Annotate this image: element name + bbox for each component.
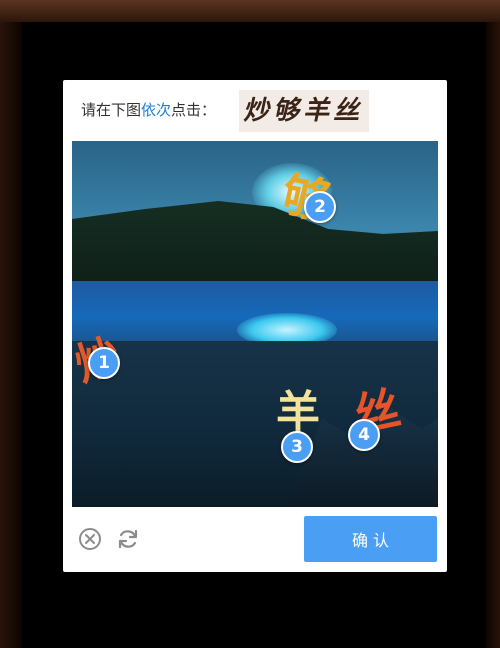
click-marker[interactable]: 3 bbox=[281, 431, 313, 463]
target-char: 炒 bbox=[241, 96, 275, 126]
target-char: 够 bbox=[271, 96, 305, 126]
captcha-dialog: 请在下图依次点击： 炒 够 羊 丝 炒 够 羊 丝 1 2 3 4 bbox=[63, 80, 447, 572]
captcha-image[interactable]: 炒 够 羊 丝 1 2 3 4 bbox=[72, 141, 438, 507]
target-char: 羊 bbox=[301, 96, 335, 126]
close-circle-icon[interactable] bbox=[77, 526, 103, 552]
captcha-glyph[interactable]: 羊 bbox=[276, 391, 320, 435]
background-top-bar bbox=[0, 0, 500, 22]
background-left-panel bbox=[0, 22, 22, 648]
prompt-highlight: 依次 bbox=[141, 101, 172, 119]
target-char: 丝 bbox=[331, 96, 365, 126]
background-right-panel bbox=[486, 22, 500, 648]
prompt-prefix: 请在下图 bbox=[81, 101, 142, 119]
captcha-prompt: 请在下图依次点击： bbox=[81, 99, 216, 121]
click-marker[interactable]: 1 bbox=[88, 347, 120, 379]
prompt-suffix: 点击： bbox=[171, 101, 217, 119]
refresh-icon[interactable] bbox=[115, 526, 141, 552]
confirm-button[interactable]: 确 认 bbox=[304, 516, 437, 562]
captcha-footer: 确 认 bbox=[63, 516, 447, 562]
click-marker[interactable]: 2 bbox=[304, 191, 336, 223]
target-characters-image: 炒 够 羊 丝 bbox=[239, 90, 369, 132]
click-marker[interactable]: 4 bbox=[348, 419, 380, 451]
